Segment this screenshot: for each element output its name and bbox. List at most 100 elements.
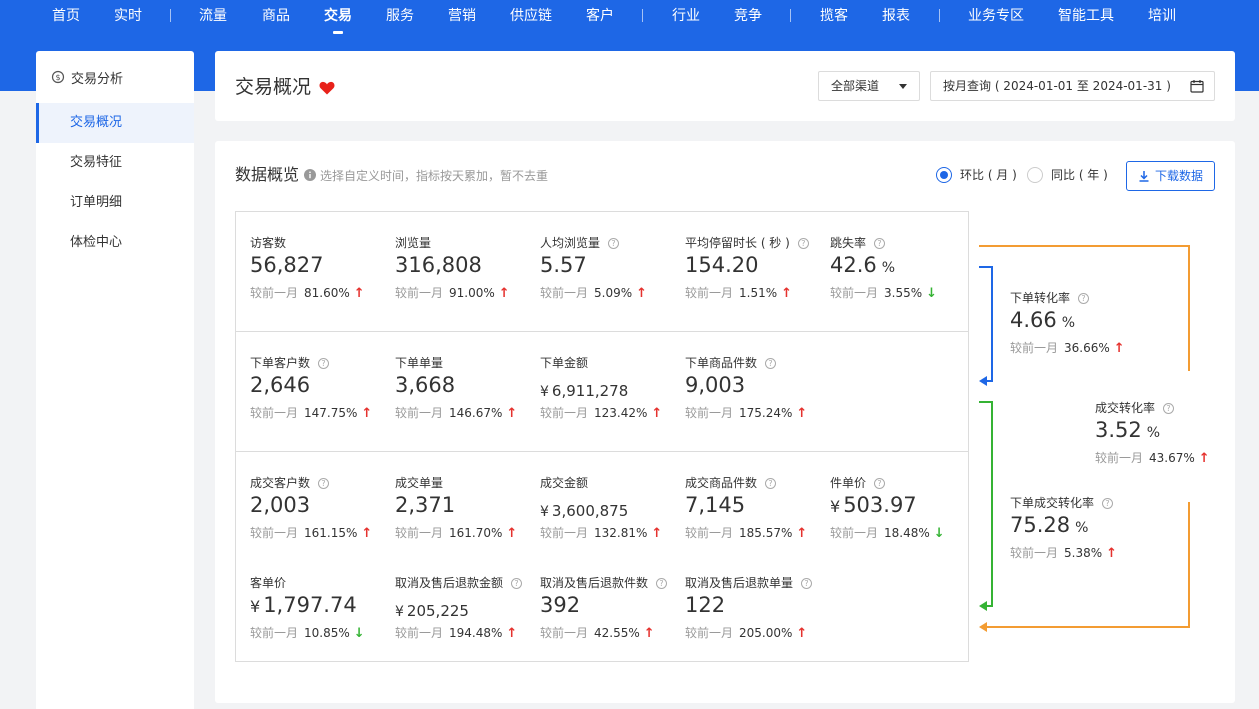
- metric-value-number: 503.97: [843, 493, 917, 517]
- metric-label: 平均停留时长 ( 秒 )?: [685, 235, 809, 251]
- date-range-picker[interactable]: 按月查询 ( 2024-01-01 至 2024-01-31 ): [930, 71, 1215, 101]
- comparison-change: 10.85%: [304, 626, 350, 640]
- nav-item-trade[interactable]: 交易: [324, 6, 352, 34]
- nav-item-service[interactable]: 服务: [386, 6, 414, 26]
- metric-value: 75.28%: [1010, 511, 1088, 542]
- help-icon[interactable]: ?: [511, 578, 523, 589]
- metric-label-text: 件单价: [830, 476, 867, 490]
- metric-value: 122: [685, 591, 725, 619]
- comparison-label: 较前一月: [250, 406, 299, 420]
- help-icon[interactable]: ?: [801, 578, 813, 589]
- heart-icon[interactable]: [319, 81, 335, 95]
- radio-dot-checked: [936, 167, 952, 183]
- arrow-up-icon: ↑: [636, 286, 648, 301]
- metric-value-number: 122: [685, 593, 726, 617]
- help-icon[interactable]: ?: [765, 358, 777, 369]
- comparison-change: 194.48%: [449, 626, 503, 640]
- nav-item-home[interactable]: 首页: [52, 6, 80, 26]
- data-overview-card: 数据概览 选择自定义时间，指标按天累加，暂不去重 环比 ( 月 ) 同比 ( 年…: [215, 141, 1235, 703]
- metric-label-text: 取消及售后退款件数: [540, 576, 649, 590]
- metric-deal-items: 成交商品件数? 7,145 较前一月 185.57% ↑: [685, 475, 825, 555]
- arrow-down-icon: ↓: [926, 286, 938, 301]
- metric-label-text: 成交客户数: [250, 476, 311, 490]
- nav-item-reports[interactable]: 报表: [882, 6, 910, 26]
- arrow-up-icon: ↑: [651, 526, 663, 541]
- sidebar: $ 交易分析 交易概况 交易特征 订单明细 体检中心: [36, 51, 194, 709]
- info-icon[interactable]: [304, 169, 316, 181]
- metric-label: 成交单量: [395, 475, 443, 491]
- calendar-icon: [1190, 80, 1204, 93]
- help-icon[interactable]: ?: [1102, 498, 1114, 509]
- nav-item-training[interactable]: 培训: [1148, 6, 1176, 26]
- sidebar-item-trade-features[interactable]: 交易特征: [36, 143, 194, 183]
- arrow-up-icon: ↑: [361, 406, 373, 421]
- metric-refund-orders: 取消及售后退款单量? 122 较前一月 205.00% ↑: [685, 575, 825, 655]
- download-label: 下载数据: [1155, 169, 1204, 183]
- metric-bounce-rate: 跳失率? 42.6% 较前一月 3.55% ↓: [830, 235, 970, 315]
- comparison-change: 43.67%: [1149, 451, 1195, 465]
- sidebar-header-label: 交易分析: [71, 71, 124, 87]
- metric-comparison: 较前一月 42.55% ↑: [540, 625, 655, 642]
- download-icon: [1139, 171, 1149, 182]
- metric-label-text: 下单客户数: [250, 356, 311, 370]
- metrics-grid: 访客数 56,827 较前一月 81.60% ↑ 浏览量 316,808 较前一月 91.00…: [235, 211, 969, 662]
- download-data-button[interactable]: 下载数据: [1126, 161, 1215, 191]
- nav-item-industry[interactable]: 行业: [672, 6, 700, 26]
- help-icon[interactable]: ?: [1163, 403, 1175, 414]
- metric-value: 42.6%: [830, 251, 895, 282]
- help-icon[interactable]: ?: [874, 238, 886, 249]
- metric-comparison: 较前一月 91.00% ↑: [395, 285, 510, 302]
- nav-item-acquire[interactable]: 揽客: [820, 6, 848, 26]
- help-icon[interactable]: ?: [797, 238, 809, 249]
- nav-item-marketing[interactable]: 营销: [448, 6, 476, 26]
- sidebar-item-order-details[interactable]: 订单明细: [36, 183, 194, 223]
- metric-comparison: 较前一月 194.48% ↑: [395, 625, 517, 642]
- nav-item-smart-tools[interactable]: 智能工具: [1058, 6, 1114, 26]
- help-icon[interactable]: ?: [765, 478, 777, 489]
- metric-value-number: 3,600,875: [551, 502, 629, 520]
- sidebar-header: $ 交易分析: [36, 51, 194, 103]
- arrow-down-icon: ↓: [933, 526, 945, 541]
- radio-yoy-label: 同比 ( 年 ): [1051, 168, 1108, 182]
- comparison-change: 161.70%: [449, 526, 503, 540]
- help-icon[interactable]: ?: [318, 478, 330, 489]
- metric-label-text: 下单商品件数: [685, 356, 758, 370]
- arrow-up-icon: ↑: [643, 626, 655, 641]
- metric-label: 取消及售后退款单量?: [685, 575, 813, 591]
- comparison-label: 较前一月: [395, 626, 444, 640]
- comparison-label: 较前一月: [540, 526, 589, 540]
- nav-item-customer[interactable]: 客户: [586, 6, 614, 26]
- help-icon[interactable]: ?: [656, 578, 668, 589]
- help-icon[interactable]: ?: [608, 238, 620, 249]
- metric-value: 392: [540, 591, 580, 619]
- metric-comparison: 较前一月 132.81% ↑: [540, 525, 662, 542]
- channel-select[interactable]: 全部渠道: [818, 71, 920, 101]
- metric-value-number: 6,911,278: [551, 382, 629, 400]
- arrow-up-icon: ↑: [1198, 451, 1210, 466]
- page-title: 交易概况: [235, 76, 312, 98]
- nav-item-traffic[interactable]: 流量: [199, 6, 227, 26]
- nav-item-competition[interactable]: 竞争: [734, 6, 762, 26]
- metric-value-number: 2,646: [250, 373, 311, 397]
- metric-avg-pageviews: 人均浏览量? 5.57 较前一月 5.09% ↑: [540, 235, 680, 315]
- metric-value-number: 7,145: [685, 493, 746, 517]
- metric-value-number: 42.6: [830, 253, 877, 277]
- nav-item-business-zone[interactable]: 业务专区: [968, 6, 1024, 26]
- sidebar-item-health-check[interactable]: 体检中心: [36, 223, 194, 263]
- help-icon[interactable]: ?: [318, 358, 330, 369]
- nav-item-product[interactable]: 商品: [262, 6, 290, 26]
- metric-label: 件单价?: [830, 475, 886, 491]
- metric-value-number: 56,827: [250, 253, 324, 277]
- nav-item-realtime[interactable]: 实时: [114, 6, 142, 26]
- help-icon[interactable]: ?: [1078, 293, 1090, 304]
- metric-value-number: 75.28: [1010, 513, 1071, 537]
- sidebar-item-trade-overview[interactable]: 交易概况: [36, 103, 194, 143]
- green-connector: [979, 401, 993, 607]
- arrow-up-icon: ↑: [1106, 546, 1118, 561]
- comparison-change: 185.57%: [739, 526, 793, 540]
- help-icon[interactable]: ?: [874, 478, 886, 489]
- metric-deal-count: 成交单量 2,371 较前一月 161.70% ↑: [395, 475, 535, 555]
- metric-pageviews: 浏览量 316,808 较前一月 91.00% ↑: [395, 235, 535, 315]
- nav-item-supply-chain[interactable]: 供应链: [510, 6, 552, 26]
- metric-value: 5.57: [540, 251, 587, 279]
